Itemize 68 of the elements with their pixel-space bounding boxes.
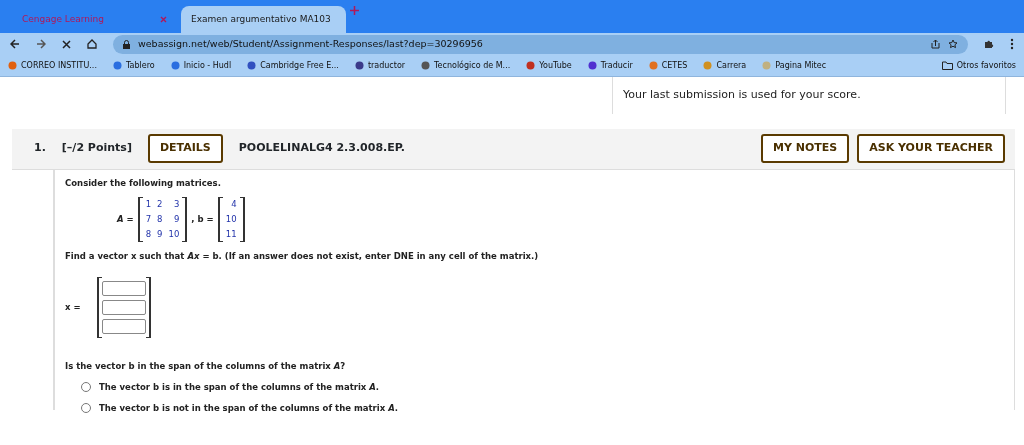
question-number: 1. <box>34 140 46 157</box>
site-icon <box>247 61 257 70</box>
instruction-text: Find a vector x such that Ax = b. (If an answer does not exist, enter DNE in any cell of the matrix.) <box>65 250 540 263</box>
matrix-entry: 9 <box>172 213 181 227</box>
question-button[interactable]: MY NOTES <box>761 134 850 163</box>
forward-icon[interactable] <box>36 39 46 49</box>
vector-entry: 4 <box>230 198 238 212</box>
bookmark-folder[interactable]: Otros favoritos <box>941 59 1016 72</box>
radio-button[interactable] <box>81 382 91 393</box>
address-bar[interactable]: webassign.net/web/Student/Assignment-Responses/last?dep=30296956 <box>113 34 968 54</box>
bookmark-link[interactable]: Tablero <box>112 59 155 72</box>
radio-button[interactable] <box>81 402 91 413</box>
bookmark-link[interactable]: Tecnológico de M... <box>421 59 511 72</box>
site-icon <box>648 61 658 70</box>
browser-tab[interactable]: Examen argumentativo MA103 <box>181 6 346 33</box>
home-icon[interactable] <box>87 39 97 49</box>
matrix-entry: 8 <box>156 213 164 227</box>
site-icon <box>421 61 431 70</box>
prompt-text: Consider the following matrices. <box>65 176 222 190</box>
matrix-label: A = <box>117 213 134 227</box>
lock-icon <box>123 39 130 49</box>
star-icon[interactable] <box>948 39 958 49</box>
site-icon <box>8 61 17 70</box>
bookmark-link[interactable]: Pagina Mitec <box>762 59 827 72</box>
question-code: POOLELINALG4 2.3.008.EP. <box>238 140 406 157</box>
input-field[interactable] <box>101 300 146 315</box>
back-icon[interactable] <box>10 39 20 49</box>
answer-label: x = <box>65 301 81 314</box>
details-button[interactable]: DETAILS <box>147 134 223 163</box>
share-icon[interactable] <box>931 39 940 49</box>
vector-entry: 11 <box>224 228 238 242</box>
notice-text: Your last submission is used for your score. <box>612 77 1006 114</box>
site-icon <box>354 61 364 70</box>
folder-icon <box>941 61 953 70</box>
bookmark-link[interactable]: Carrera <box>703 59 747 72</box>
vector-label: , b = <box>191 213 214 227</box>
bookmark-link[interactable]: CORREO INSTITU... <box>8 59 97 72</box>
input-field[interactable] <box>101 281 146 296</box>
site-icon <box>526 61 536 70</box>
matrix-entry: 3 <box>172 198 181 212</box>
bookmark-link[interactable]: Cambridge Free E... <box>247 59 339 72</box>
url-text: webassign.net/web/Student/Assignment-Responses/last?dep=30296956 <box>138 36 484 51</box>
site-icon <box>170 61 180 70</box>
stop-icon[interactable] <box>62 39 71 49</box>
matrix-entry: 7 <box>144 213 153 227</box>
matrix-entry: 9 <box>156 228 164 242</box>
menu-icon[interactable] <box>1010 38 1014 50</box>
points-label: [–/2 Points] <box>61 140 132 157</box>
bookmark-link[interactable]: Inicio - Hudl <box>170 59 232 72</box>
site-icon <box>703 61 713 70</box>
site-icon <box>112 61 122 70</box>
bookmark-link[interactable]: traductor <box>354 59 406 72</box>
vector-entry: 10 <box>224 213 238 227</box>
option-label[interactable]: The vector b is in the span of the columns of the matrix A. <box>99 380 380 394</box>
span-question: Is the vector b in the span of the columns of the matrix A? <box>65 360 347 373</box>
site-icon <box>762 61 772 70</box>
bookmark-link[interactable]: Traducir <box>587 59 633 72</box>
matrix-entry: 10 <box>167 228 181 242</box>
site-icon <box>587 61 597 70</box>
matrix-entry: 1 <box>144 198 153 212</box>
puzzle-icon[interactable] <box>984 39 994 49</box>
question-button[interactable]: ASK YOUR TEACHER <box>857 134 1005 163</box>
bookmark-link[interactable]: CETES <box>648 59 688 72</box>
matrix-entry: 8 <box>144 228 153 242</box>
bookmark-link[interactable]: YouTube <box>526 59 572 72</box>
input-field[interactable] <box>101 319 146 334</box>
option-label[interactable]: The vector b is not in the span of the columns of the matrix A. <box>99 401 398 415</box>
matrix-entry: 2 <box>156 198 164 212</box>
